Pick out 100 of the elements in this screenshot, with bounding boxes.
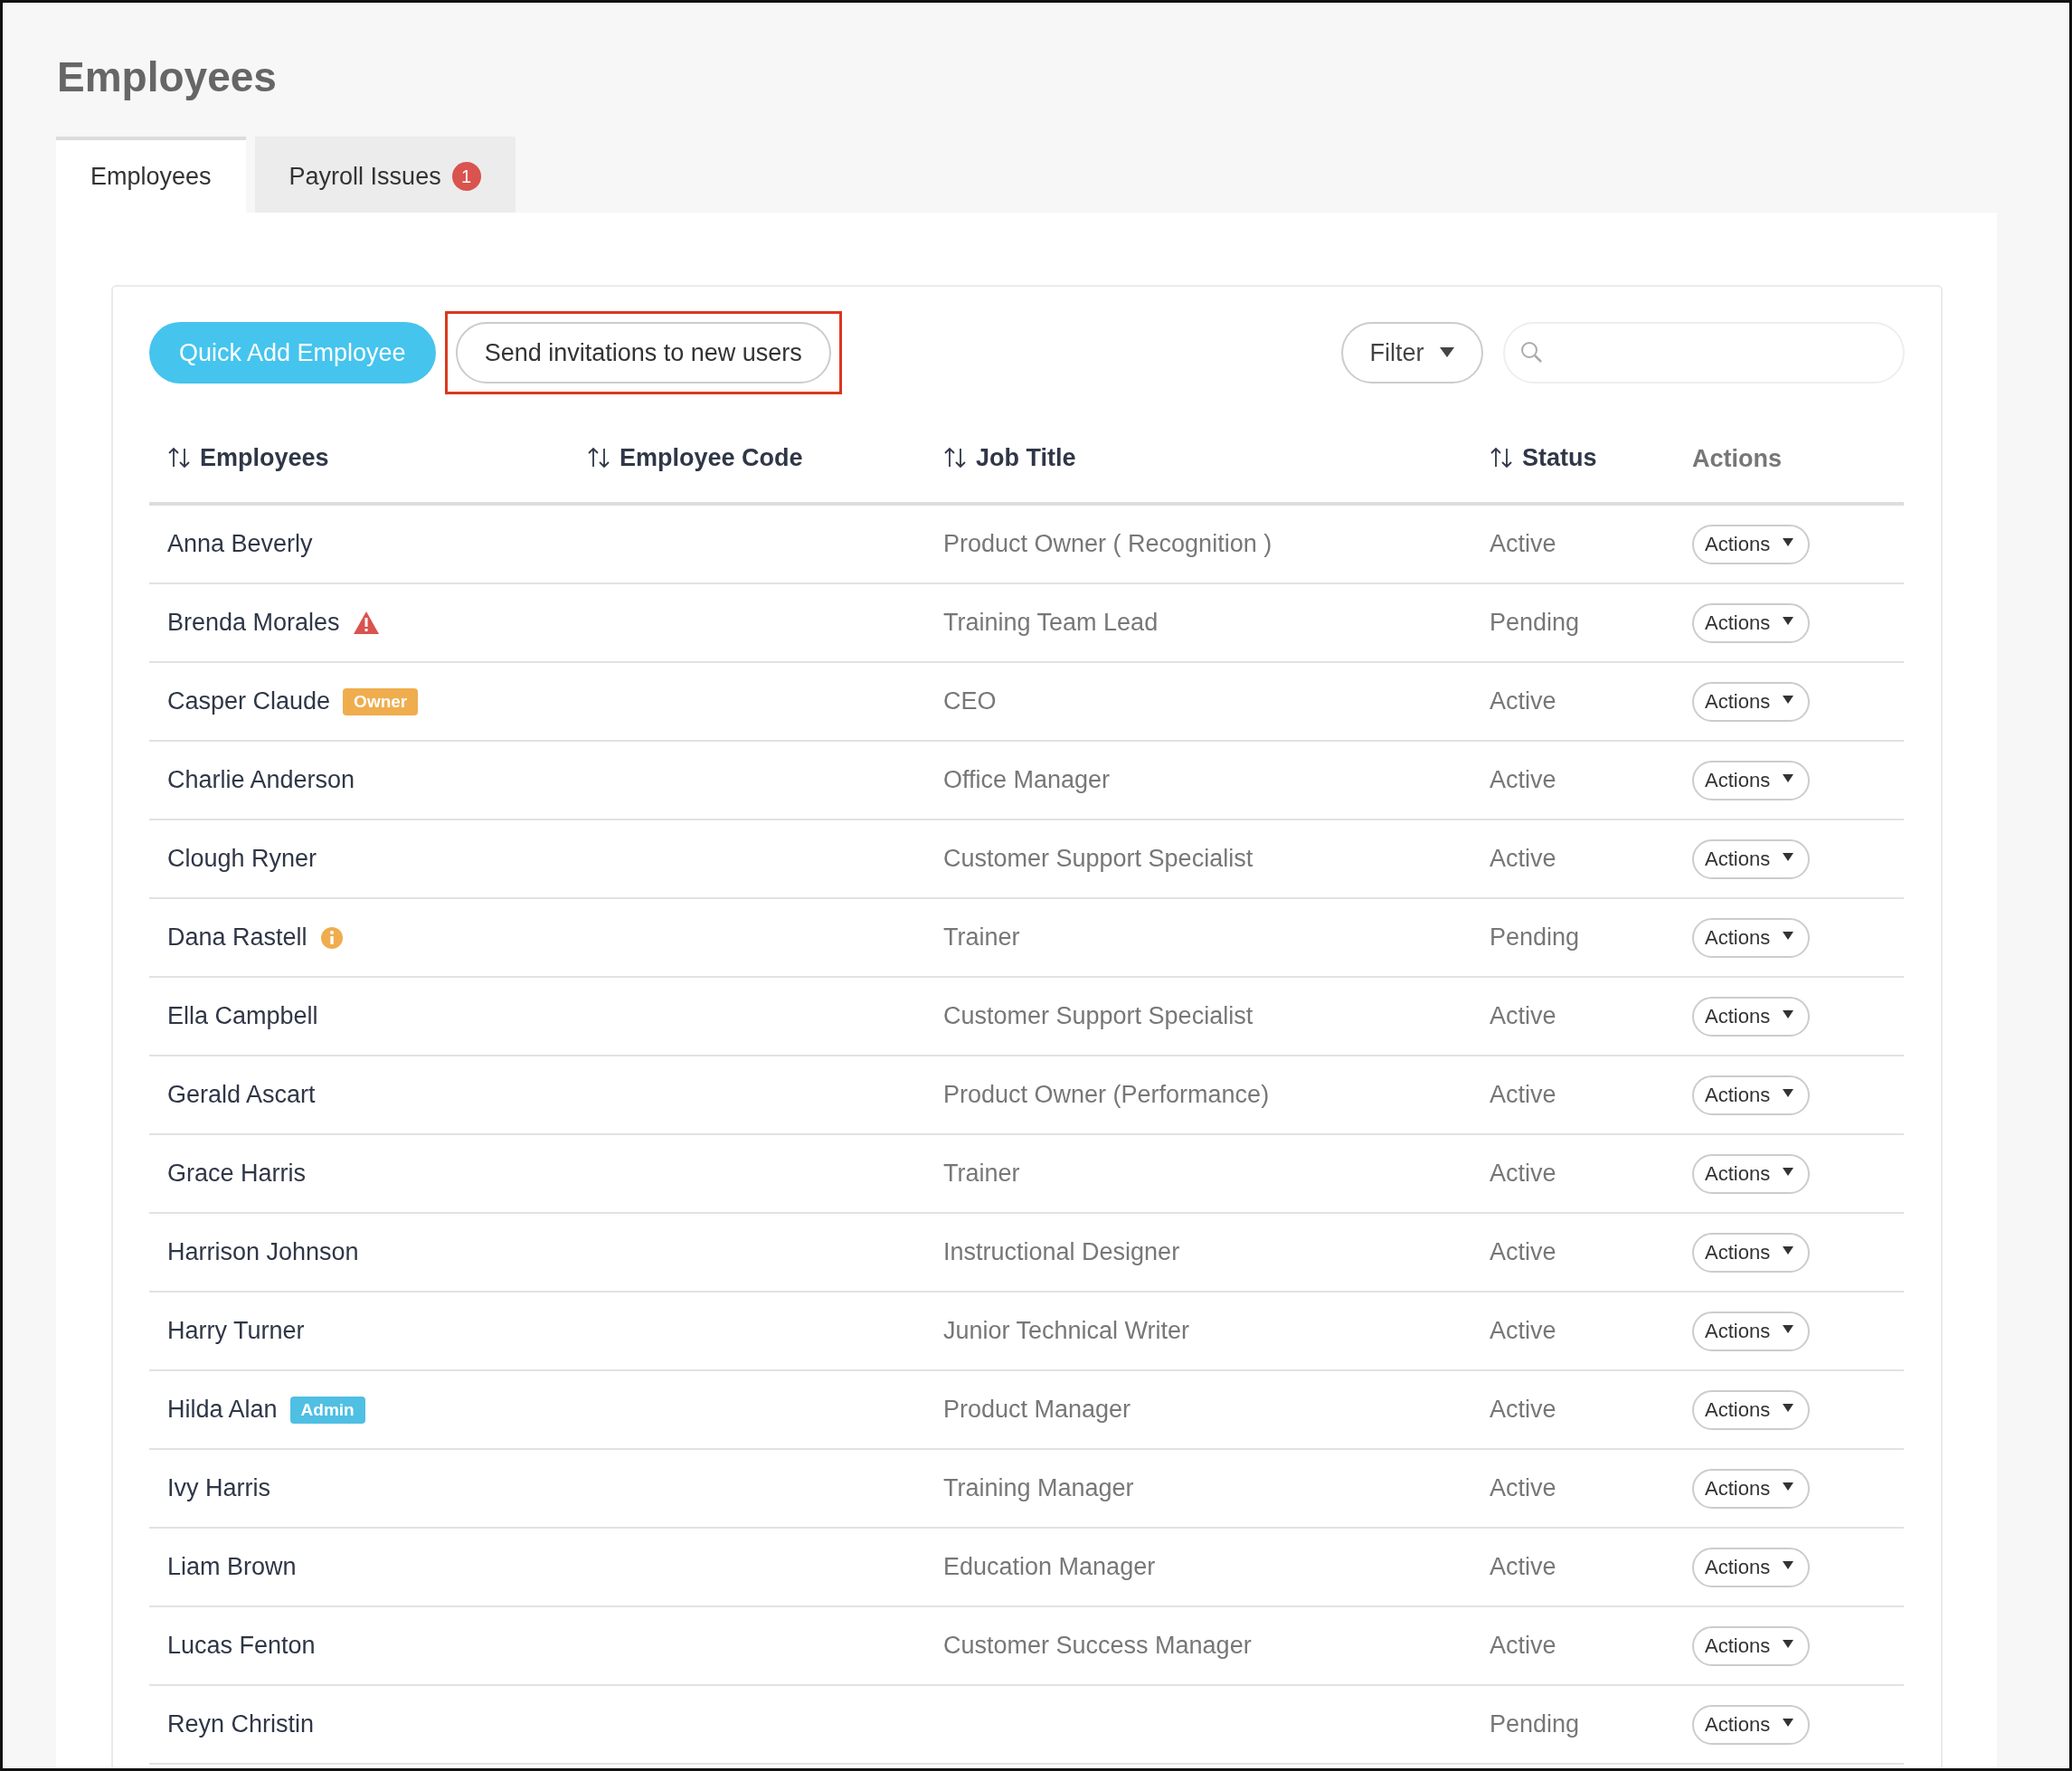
employee-name: Hilda Alan [167,1396,278,1424]
job-title: Junior Technical Writer [943,1317,1190,1344]
actions-dropdown[interactable]: Actions [1692,1547,1811,1587]
caret-icon [1783,1403,1794,1412]
actions-dropdown[interactable]: Actions [1692,524,1811,564]
job-title: Product Manager [943,1396,1131,1423]
caret-icon [1783,1639,1794,1648]
actions-dropdown[interactable]: Actions [1692,1075,1811,1115]
job-title: Trainer [943,923,1020,951]
job-title: Office Manager [943,766,1111,793]
job-title: Customer Support Specialist [943,845,1254,872]
status-text: Active [1490,766,1556,793]
caret-icon [1783,616,1794,625]
status-text: Active [1490,1081,1556,1108]
employee-name: Harry Turner [167,1317,305,1345]
count-badge: 1 [451,162,481,191]
job-title: Education Manager [943,1553,1156,1580]
sort-icon [943,446,967,470]
status-text: Active [1490,530,1556,557]
caret-icon [1783,1718,1794,1727]
job-title: Customer Success Manager [943,1632,1252,1659]
employee-name: Casper Claude [167,687,331,715]
column-header: Actions [1692,444,1782,473]
caret-icon [1783,1009,1794,1018]
status-text: Pending [1490,923,1580,951]
employee-name: Anna Beverly [167,530,313,558]
caret-icon [1783,931,1794,940]
caret-icon [1783,1324,1794,1333]
tab[interactable]: Payroll Issues 1 [254,137,516,213]
employee-name: Lucas Fenton [167,1632,316,1660]
caret-icon [1440,346,1454,357]
status-text: Pending [1490,1710,1580,1738]
status-text: Pending [1490,609,1580,636]
role-tag: Admin [289,1396,365,1424]
actions-dropdown[interactable]: Actions [1692,838,1811,879]
send-invitations-button[interactable]: Send invitations to new users [455,322,831,384]
job-title: Customer Support Specialist [943,1002,1254,1029]
caret-icon [1783,1088,1794,1097]
employee-name: Gerald Ascart [167,1081,316,1109]
actions-dropdown[interactable]: Actions [1692,681,1811,722]
tab[interactable]: Employees [56,137,246,213]
warning-icon [352,611,380,635]
job-title: Training Manager [943,1474,1134,1501]
actions-dropdown[interactable]: Actions [1692,1704,1811,1745]
status-text: Active [1490,1396,1556,1423]
job-title: Training Team Lead [943,609,1159,636]
caret-icon [1783,852,1794,861]
status-text: Active [1490,1238,1556,1265]
status-text: Active [1490,845,1556,872]
caret-icon [1783,1167,1794,1176]
status-text: Active [1490,1160,1556,1187]
status-text: Active [1490,1553,1556,1580]
sortable-column-header[interactable]: Employee Code [587,443,803,472]
search-field[interactable] [1503,322,1905,384]
status-text: Active [1490,1474,1556,1501]
sort-icon [587,446,610,470]
actions-dropdown[interactable]: Actions [1692,1625,1811,1666]
sortable-column-header[interactable]: Job Title [943,443,1076,472]
status-text: Active [1490,1317,1556,1344]
role-tag: Owner [343,687,419,715]
page-title: Employees [57,52,277,102]
employee-name: Ella Campbell [167,1002,318,1030]
actions-dropdown[interactable]: Actions [1692,1468,1811,1509]
job-title: Trainer [943,1160,1020,1187]
employee-name: Grace Harris [167,1160,307,1188]
employee-name: Harrison Johnson [167,1238,359,1266]
caret-icon [1783,1245,1794,1255]
job-title: Product Owner (Performance) [943,1081,1270,1108]
info-icon [319,925,344,950]
sort-icon [1490,446,1513,470]
actions-dropdown[interactable]: Actions [1692,996,1811,1037]
actions-dropdown[interactable]: Actions [1692,760,1811,800]
employee-name: Liam Brown [167,1553,297,1581]
status-text: Active [1490,687,1556,715]
status-text: Active [1490,1002,1556,1029]
status-text: Active [1490,1632,1556,1659]
employee-name: Brenda Morales [167,609,340,637]
sortable-column-header[interactable]: Employees [167,443,329,472]
caret-icon [1783,773,1794,782]
actions-dropdown[interactable]: Actions [1692,1389,1811,1430]
actions-dropdown[interactable]: Actions [1692,602,1811,643]
caret-icon [1783,1482,1794,1491]
employee-name: Ivy Harris [167,1474,270,1502]
actions-dropdown[interactable]: Actions [1692,1311,1811,1351]
filter-button[interactable]: Filter [1340,322,1483,384]
employee-name: Charlie Anderson [167,766,355,794]
job-title: CEO [943,687,997,715]
caret-icon [1783,537,1794,546]
job-title: Instructional Designer [943,1238,1180,1265]
employee-name: Reyn Christin [167,1710,315,1738]
actions-dropdown[interactable]: Actions [1692,1232,1811,1273]
sortable-column-header[interactable]: Status [1490,443,1597,472]
job-title: Product Owner ( Recognition ) [943,530,1273,557]
actions-dropdown[interactable]: Actions [1692,917,1811,958]
employee-name: Dana Rastell [167,923,307,952]
employee-name: Clough Ryner [167,845,317,873]
actions-dropdown[interactable]: Actions [1692,1153,1811,1194]
sort-icon [167,446,191,470]
caret-icon [1783,695,1794,704]
caret-icon [1783,1560,1794,1569]
